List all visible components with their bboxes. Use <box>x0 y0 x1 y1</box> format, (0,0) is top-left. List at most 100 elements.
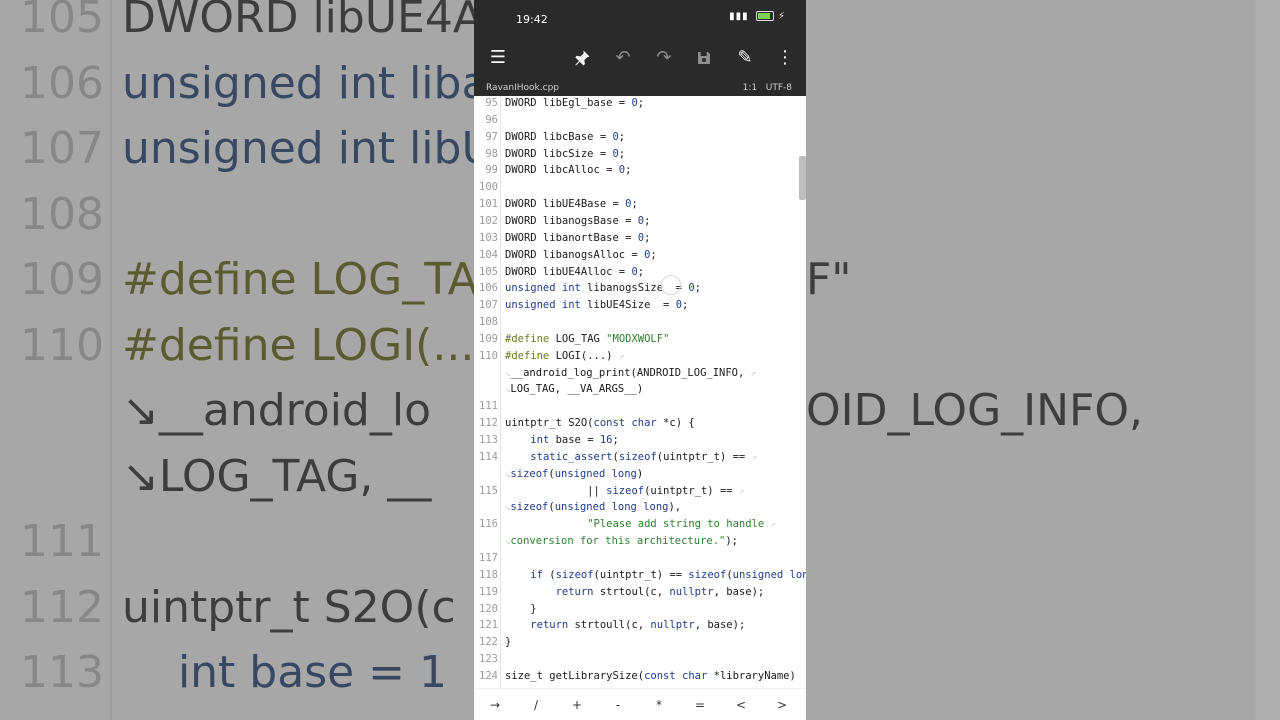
code-token: strtoull(c, <box>568 619 651 632</box>
symbol-key[interactable]: - <box>606 695 630 715</box>
code-editor[interactable]: 95 DWORD libEgl_base = 0; 96 97 DWORD libcBa… <box>474 96 806 688</box>
symbol-key-bar: → / + - * = < > <box>474 688 806 720</box>
code-token: int <box>530 434 550 446</box>
code-line: ↘sizeof(unsigned long long), <box>505 501 681 513</box>
code-token: ; <box>637 97 645 109</box>
code-token: sizeof <box>688 568 727 581</box>
line-number: 95 <box>485 97 498 109</box>
code-line: DWORD libcBase = 0; <box>505 131 625 143</box>
code-token: base = <box>549 434 600 446</box>
code-token: return <box>530 619 569 632</box>
code-token: uintptr_t S2O( <box>505 417 594 430</box>
edit-icon[interactable]: ✎ <box>731 44 759 72</box>
code-token: nullptr <box>669 585 714 598</box>
code-line: ↘__android_log_print(ANDROID_LOG_INFO, ↗ <box>505 367 756 379</box>
code-line: ↘sizeof(unsigned long) <box>505 468 643 480</box>
line-number: 111 <box>479 400 498 413</box>
charging-icon: ⚡ <box>777 11 786 22</box>
symbol-key[interactable]: > <box>770 695 794 715</box>
line-number: 109 <box>479 332 498 345</box>
symbol-key[interactable]: * <box>647 695 671 715</box>
code-token: sizeof <box>510 467 549 480</box>
code-token: ), <box>668 501 682 514</box>
wrap-indicator-icon: ↗ <box>738 486 745 497</box>
symbol-key[interactable]: → <box>483 695 507 715</box>
line-number: 108 <box>479 316 498 329</box>
code-line: DWORD libcSize = 0; <box>505 148 625 160</box>
code-token: const char <box>593 417 657 430</box>
code-token: ; <box>625 164 632 177</box>
code-token: DWORD libcSize = <box>505 147 613 160</box>
code-token: ; <box>644 214 651 227</box>
line-number: 97 <box>485 130 498 143</box>
file-name[interactable]: RavanIHook.cpp <box>486 83 559 93</box>
line-number: 98 <box>485 147 498 160</box>
status-bar: 19:42 ▮▮▮ ⚡ <box>474 0 806 36</box>
wrap-indicator-icon: ↗ <box>750 368 757 379</box>
line-number: 106 <box>479 282 498 295</box>
code-token: conversion for this architecture." <box>510 535 726 548</box>
code-token: (uintptr_t) == <box>656 450 752 463</box>
code-token: return <box>555 585 594 598</box>
code-token: DWORD libanortBase = <box>505 231 638 244</box>
code-token: if <box>530 568 543 581</box>
symbol-key[interactable]: < <box>729 695 753 715</box>
code-token: DWORD libcAlloc = <box>505 164 619 177</box>
code-token: ); <box>725 535 739 548</box>
code-line: "Please add string to handle ↗ <box>505 518 776 530</box>
code-token: strtoul(c, <box>593 585 670 598</box>
wrap-indicator-icon: ↗ <box>770 520 776 531</box>
cursor-position-encoding: 1:1 UTF-8 <box>743 83 792 93</box>
redo-icon[interactable]: ↷ <box>650 44 678 72</box>
editor-scrollbar[interactable] <box>799 156 806 200</box>
symbol-key[interactable]: + <box>565 695 589 715</box>
code-line: return strtoul(c, nullptr, base); <box>505 585 765 598</box>
code-token: size_t getLibrarySize( <box>505 669 645 682</box>
code-token: unsigned long <box>732 568 806 581</box>
code-token: __android_log_print(ANDROID_LOG_INFO, <box>510 366 751 379</box>
code-line: #define LOGI(...) ↗ <box>505 350 624 362</box>
file-info-bar: RavanIHook.cpp 1:1 UTF-8 <box>474 80 806 96</box>
line-number: 113 <box>479 434 498 446</box>
undo-icon[interactable]: ↶ <box>609 44 637 72</box>
wrap-indicator-icon: ↗ <box>751 452 757 463</box>
code-token: LOG_TAG, __VA_ARGS__) <box>510 383 644 396</box>
code-line: ↘conversion for this architecture."); <box>505 535 738 547</box>
encoding-label: UTF-8 <box>765 83 792 93</box>
code-token: ; <box>618 130 626 143</box>
code-token: #define <box>505 349 550 362</box>
more-icon[interactable]: ⋮ <box>771 44 799 72</box>
line-number: 103 <box>479 231 498 244</box>
line-number: 119 <box>479 585 498 598</box>
pin-icon[interactable] <box>568 44 596 72</box>
code-token: "Please add string to handle <box>587 518 771 531</box>
line-number: 121 <box>479 619 498 632</box>
code-token: unsigned int <box>505 299 581 312</box>
code-token: "MODXWOLF" <box>606 332 670 345</box>
menu-icon[interactable]: ☰ <box>484 44 512 72</box>
symbol-key[interactable]: = <box>688 695 712 715</box>
code-token: DWORD libEgl_base = <box>505 97 632 109</box>
code-token: ; <box>682 299 689 312</box>
code-token: unsigned int <box>505 282 581 295</box>
line-number: 104 <box>479 248 498 261</box>
code-line: DWORD libUE4Base = 0; <box>505 198 638 210</box>
code-line: || sizeof(uintptr_t) == ↗ <box>505 485 744 497</box>
symbol-key[interactable]: / <box>524 695 548 715</box>
save-icon[interactable] <box>690 44 718 72</box>
code-token: DWORD libcBase = <box>505 130 613 143</box>
line-number: 96 <box>485 113 498 126</box>
code-token: ; <box>644 231 651 244</box>
line-number: 105 <box>479 265 498 278</box>
code-token: ; <box>631 198 638 211</box>
battery-icon <box>755 11 774 21</box>
code-line: unsigned int libUE4Size = 0; <box>505 299 688 311</box>
code-line: DWORD libanortBase = 0; <box>505 232 650 244</box>
code-token: static_assert <box>530 450 613 463</box>
code-line: } <box>505 603 536 615</box>
